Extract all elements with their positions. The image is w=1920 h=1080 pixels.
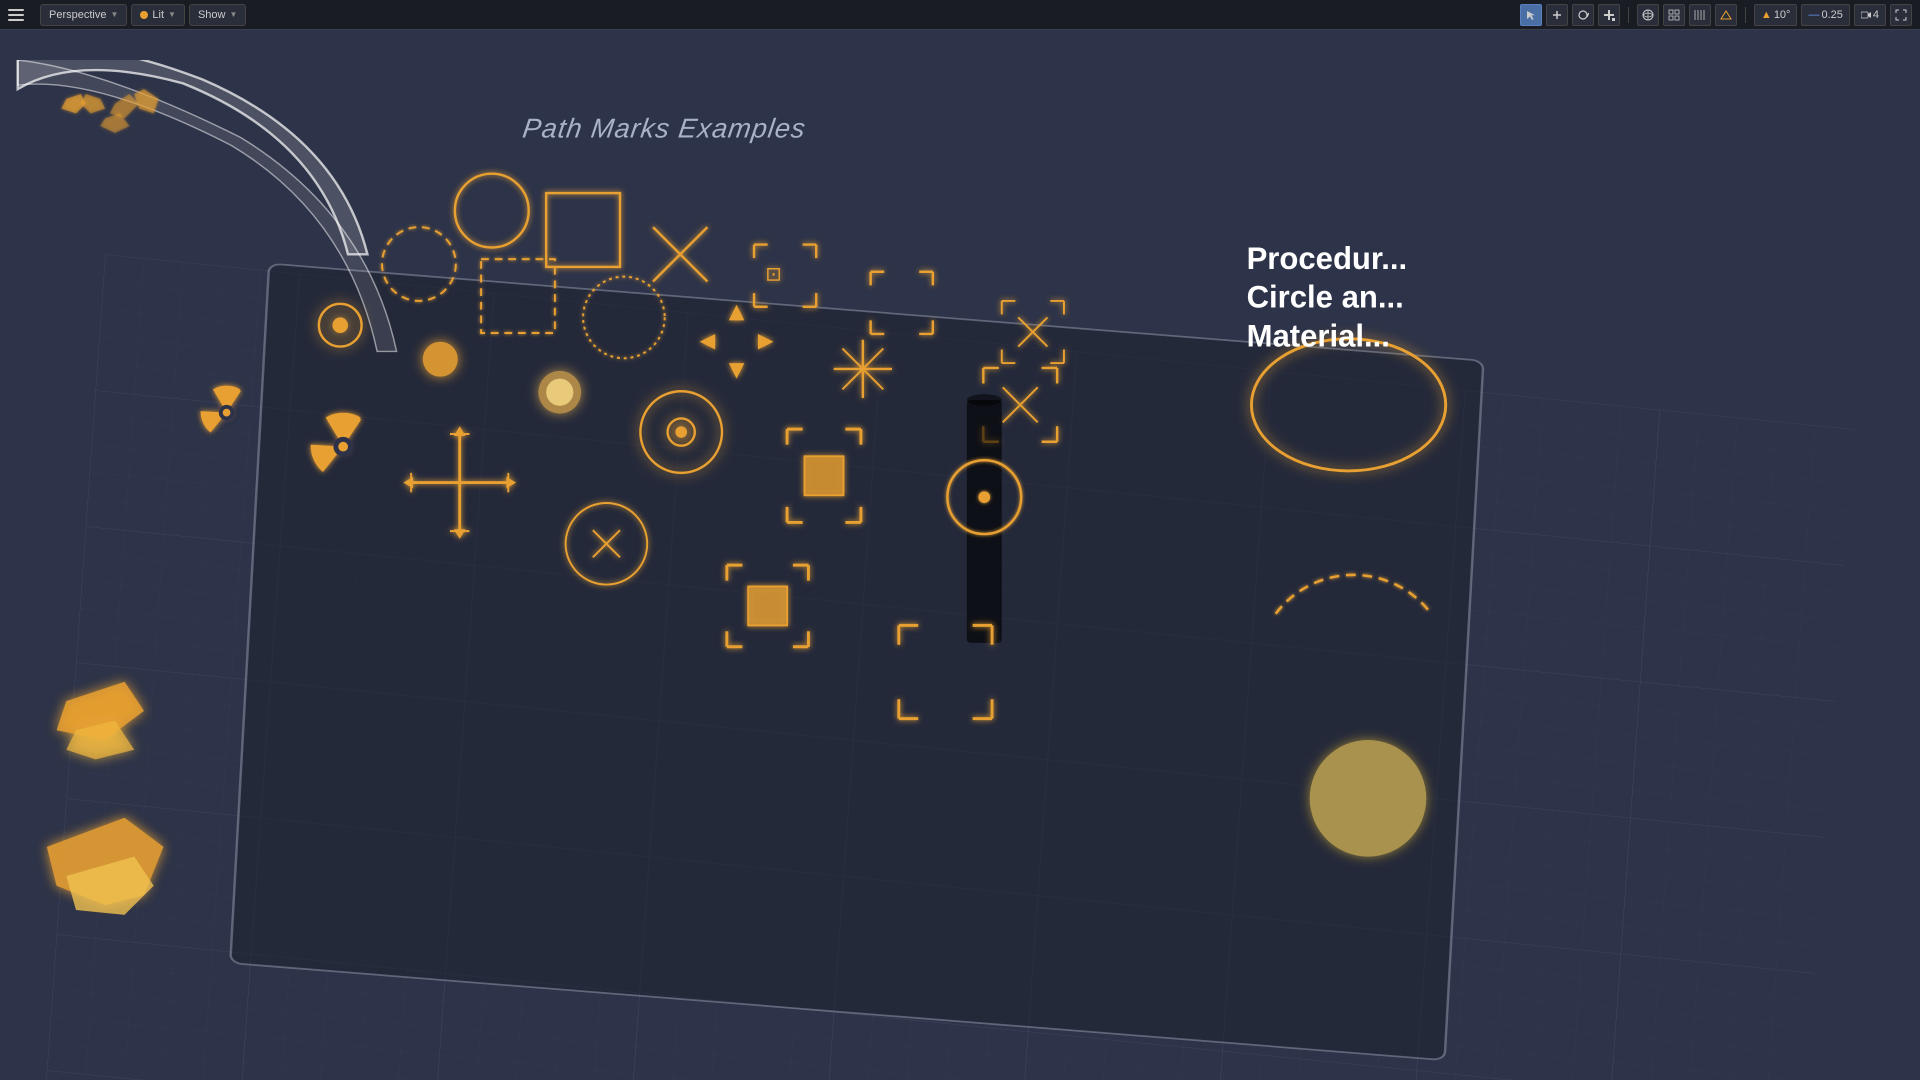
svg-text:Material...: Material...	[1247, 319, 1390, 354]
svg-text:Circle an...: Circle an...	[1247, 280, 1404, 315]
hamburger-menu[interactable]	[8, 9, 24, 21]
fullscreen-btn[interactable]	[1890, 4, 1912, 26]
camera-value[interactable]: 4	[1854, 4, 1886, 26]
main-toolbar: Perspective ▼ Lit ▼ Show ▼	[0, 0, 1920, 30]
svg-text:Procedur...: Procedur...	[1247, 241, 1408, 276]
show-button[interactable]: Show ▼	[189, 4, 246, 26]
decimal-number: 0.25	[1821, 9, 1842, 21]
scene-svg: Path Marks Examples	[0, 60, 1920, 1080]
sep2	[1745, 7, 1746, 23]
show-label: Show	[198, 9, 226, 21]
camera-number: 4	[1873, 9, 1879, 21]
add-mode-btn[interactable]	[1546, 4, 1568, 26]
lit-button[interactable]: Lit ▼	[131, 4, 185, 26]
lit-label: Lit	[152, 9, 164, 21]
select-mode-btn[interactable]	[1520, 4, 1542, 26]
angle-value[interactable]: ▲ 10°	[1754, 4, 1798, 26]
perspective-button[interactable]: Perspective ▼	[40, 4, 127, 26]
scale-mode-btn[interactable]	[1598, 4, 1620, 26]
scene-viewport: Path Marks Examples	[0, 30, 1920, 1080]
sep1	[1628, 7, 1629, 23]
angle-number: 10°	[1774, 9, 1791, 21]
rotate-mode-btn[interactable]	[1572, 4, 1594, 26]
svg-text:Path Marks Examples: Path Marks Examples	[521, 113, 808, 144]
world-btn[interactable]	[1637, 4, 1659, 26]
grid-btn[interactable]	[1663, 4, 1685, 26]
snap-btn[interactable]	[1689, 4, 1711, 26]
decimal-value[interactable]: — 0.25	[1801, 4, 1849, 26]
triangle-btn[interactable]	[1715, 4, 1737, 26]
perspective-label: Perspective	[49, 9, 106, 21]
lit-dot	[140, 11, 148, 19]
svg-text:⊡: ⊡	[765, 264, 781, 286]
